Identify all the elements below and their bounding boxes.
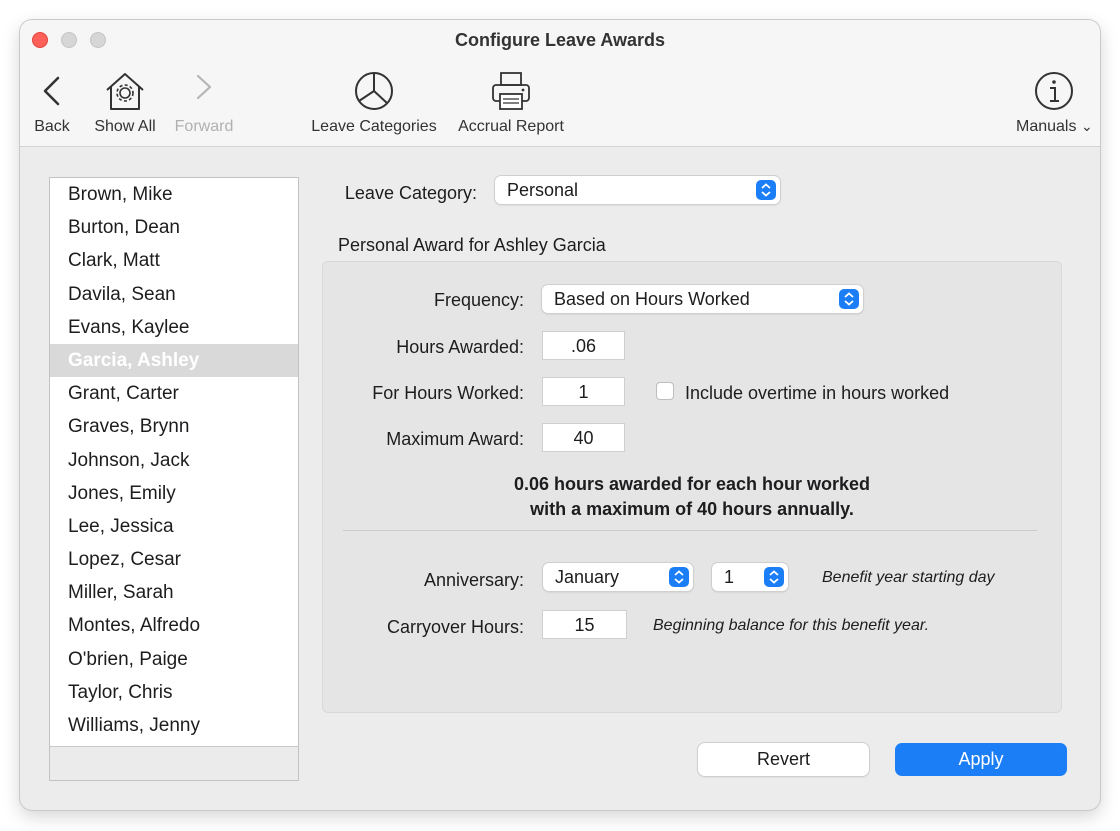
- popup-stepper-icon: [756, 180, 776, 200]
- employee-list-item[interactable]: Williams, Jenny: [50, 709, 298, 742]
- leave-category-label: Leave Category:: [344, 183, 477, 203]
- leave-categories-button[interactable]: Leave Categories: [308, 70, 440, 135]
- employee-list-item[interactable]: Miller, Sarah: [50, 576, 298, 609]
- leave-category-value: Personal: [507, 180, 579, 200]
- employee-list-items: Brown, Mike Burton, Dean Clark, Matt Davila…: [50, 178, 298, 748]
- revert-button[interactable]: Revert: [698, 743, 869, 776]
- forward-button[interactable]: Forward: [170, 70, 238, 135]
- overtime-checkbox[interactable]: [656, 382, 674, 400]
- employee-list-item[interactable]: Graves, Brynn: [50, 410, 298, 443]
- accrual-report-button[interactable]: Accrual Report: [452, 70, 570, 135]
- accrual-report-label: Accrual Report: [458, 118, 564, 135]
- toolbar: Configure Leave Awards Back Show All For…: [20, 20, 1100, 147]
- anniversary-month-value: January: [555, 567, 620, 587]
- anniversary-month-popup[interactable]: January: [543, 563, 693, 591]
- award-summary-line-2: with a maximum of 40 hours annually.: [530, 499, 854, 519]
- manuals-button[interactable]: Manuals ⌄: [1016, 70, 1093, 135]
- group-divider: [343, 530, 1037, 531]
- hours-worked-field[interactable]: 1: [542, 377, 625, 406]
- employee-list-item[interactable]: Montes, Alfredo: [50, 609, 298, 642]
- employee-list-item[interactable]: Johnson, Jack: [50, 444, 298, 477]
- popup-stepper-icon: [669, 567, 689, 587]
- employee-list-item[interactable]: Lopez, Cesar: [50, 543, 298, 576]
- employee-list-item[interactable]: Brown, Mike: [50, 178, 298, 211]
- chevron-down-icon: ⌄: [1080, 118, 1093, 134]
- frequency-popup[interactable]: Based on Hours Worked: [542, 285, 863, 313]
- leave-categories-label: Leave Categories: [311, 118, 437, 135]
- award-heading: Personal Award for Ashley Garcia: [338, 235, 606, 255]
- printer-icon: [492, 72, 530, 110]
- apply-button[interactable]: Apply: [895, 743, 1067, 776]
- employee-list-footer: [50, 746, 298, 780]
- carryover-label: Carryover Hours:: [386, 617, 524, 637]
- manuals-label: Manuals ⌄: [1016, 118, 1093, 135]
- forward-label: Forward: [174, 118, 234, 135]
- carryover-note: Beginning balance for this benefit year.: [653, 617, 930, 634]
- anniversary-day-value: 1: [724, 567, 735, 587]
- maximum-award-field[interactable]: 40: [542, 423, 625, 452]
- show-all-label: Show All: [94, 118, 156, 135]
- house-gear-icon: [106, 73, 144, 110]
- hours-awarded-label: Hours Awarded:: [396, 337, 524, 357]
- frequency-label: Frequency:: [433, 290, 524, 310]
- back-button[interactable]: Back: [32, 74, 72, 135]
- hours-awarded-field[interactable]: .06: [542, 331, 625, 360]
- maximum-award-label: Maximum Award:: [386, 429, 524, 449]
- leave-category-popup[interactable]: Personal: [495, 176, 780, 204]
- employee-list-item[interactable]: O'brien, Paige: [50, 643, 298, 676]
- employee-list-item[interactable]: Grant, Carter: [50, 377, 298, 410]
- window: Configure Leave Awards Back Show All For…: [20, 20, 1100, 810]
- window-title: Configure Leave Awards: [454, 30, 666, 50]
- info-icon: [1035, 72, 1073, 110]
- popup-stepper-icon: [839, 289, 859, 309]
- carryover-field[interactable]: 15: [542, 610, 627, 639]
- employee-list-item[interactable]: Evans, Kaylee: [50, 311, 298, 344]
- frequency-value: Based on Hours Worked: [554, 289, 750, 309]
- employee-list-item[interactable]: Burton, Dean: [50, 211, 298, 244]
- employee-list-item[interactable]: Garcia, Ashley: [50, 343, 298, 378]
- chevron-left-icon: [43, 76, 60, 106]
- chevron-right-icon: [196, 74, 212, 100]
- employee-list-item[interactable]: Davila, Sean: [50, 278, 298, 311]
- pie-chart-icon: [355, 72, 393, 110]
- overtime-label: Include overtime in hours worked: [685, 383, 950, 403]
- anniversary-day-popup[interactable]: 1: [712, 563, 788, 591]
- employee-list-item[interactable]: Jones, Emily: [50, 477, 298, 510]
- anniversary-note: Benefit year starting day: [822, 569, 995, 586]
- employee-list: Brown, Mike Burton, Dean Clark, Matt Davila…: [49, 177, 299, 781]
- employee-list-item[interactable]: Taylor, Chris: [50, 676, 298, 709]
- back-label: Back: [34, 118, 70, 135]
- popup-stepper-icon: [764, 567, 784, 587]
- employee-list-item[interactable]: Clark, Matt: [50, 244, 298, 277]
- hours-worked-label: For Hours Worked:: [372, 383, 524, 403]
- show-all-button[interactable]: Show All: [90, 70, 160, 135]
- award-summary-line-1: 0.06 hours awarded for each hour worked: [513, 474, 871, 494]
- anniversary-label: Anniversary:: [423, 570, 524, 590]
- employee-list-item[interactable]: Lee, Jessica: [50, 510, 298, 543]
